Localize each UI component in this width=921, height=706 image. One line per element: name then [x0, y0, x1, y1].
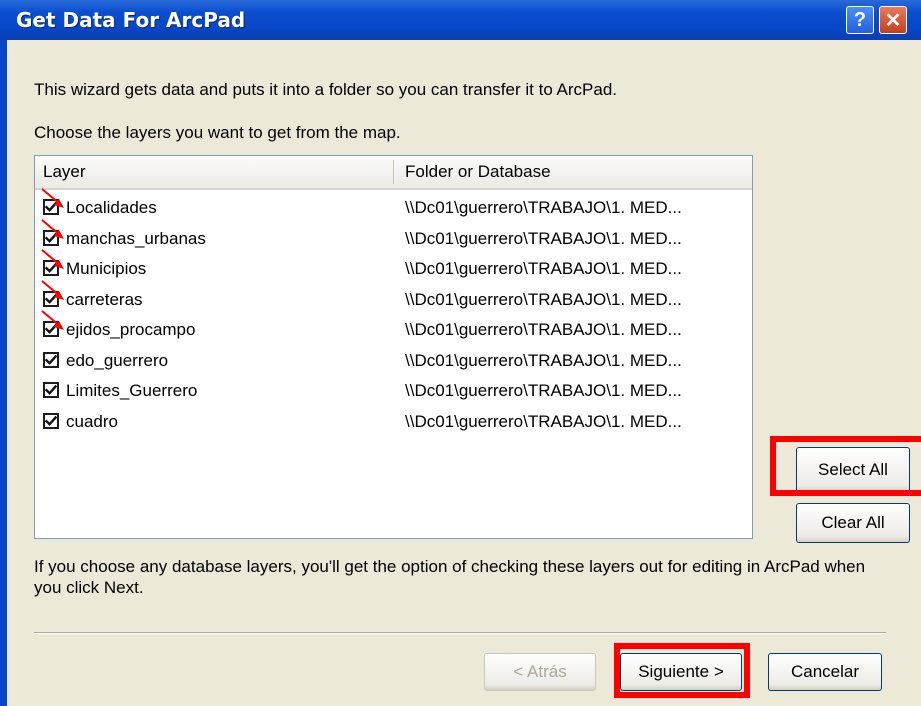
folder-path: \\Dc01\guerrero\TRABAJO\1. MED...	[405, 381, 682, 400]
column-divider[interactable]	[393, 160, 394, 184]
layer-name: Municipios	[66, 259, 147, 278]
layer-checkbox[interactable]	[43, 199, 59, 215]
intro-text: This wizard gets data and puts it into a…	[34, 80, 618, 99]
layer-name: Limites_Guerrero	[66, 381, 198, 400]
cancel-button[interactable]: Cancelar	[768, 653, 882, 691]
layer-name: ejidos_procampo	[66, 320, 196, 339]
clear-all-button[interactable]: Clear All	[796, 503, 910, 543]
list-header: Layer Folder or Database	[35, 156, 752, 190]
folder-path: \\Dc01\guerrero\TRABAJO\1. MED...	[405, 411, 682, 431]
table-row[interactable]: edo_guerrero \\Dc01\guerrero\TRABAJO\1. M…	[35, 347, 752, 377]
select-all-button[interactable]: Select All	[796, 447, 910, 493]
layer-name: carreteras	[66, 289, 143, 309]
layer-name: edo_guerrero	[66, 350, 169, 370]
folder-path: \\Dc01\guerrero\TRABAJO\1. MED...	[405, 289, 682, 309]
help-icon[interactable]: ?	[846, 6, 874, 34]
table-row[interactable]: ejidos_procampo \\Dc01\guerrero\TRABAJO\1…	[35, 310, 752, 346]
layer-list[interactable]: Layer Folder or Database Localidades \\Dc…	[34, 155, 753, 539]
table-row[interactable]: Limites_Guerrero \\Dc01\guerrero\TRABAJO\…	[35, 377, 752, 407]
folder-path: \\Dc01\guerrero\TRABAJO\1. MED...	[405, 350, 682, 370]
layer-name: cuadro	[66, 411, 118, 431]
choose-layers-label: Choose the layers you want to get from t…	[34, 123, 401, 142]
layer-checkbox[interactable]	[43, 290, 59, 307]
table-row[interactable]: carreteras \\Dc01\guerrero\TRABAJO\1. MED…	[35, 279, 752, 316]
back-button[interactable]: < Atrás	[484, 653, 596, 691]
layer-name: manchas_urbanas	[66, 228, 206, 248]
folder-path: \\Dc01\guerrero\TRABAJO\1. MED...	[405, 228, 682, 248]
column-header-folder[interactable]: Folder or Database	[405, 162, 551, 182]
column-header-layer[interactable]: Layer	[43, 162, 86, 182]
layer-checkbox[interactable]	[43, 412, 59, 429]
table-row[interactable]: manchas_urbanas \\Dc01\guerrero\TRABAJO\1…	[35, 218, 752, 255]
layer-checkbox[interactable]	[43, 260, 59, 276]
layer-name: Localidades	[66, 198, 157, 217]
title-bar: Get Data For ArcPad ? ✕	[0, 0, 921, 40]
layer-checkbox[interactable]	[43, 229, 59, 246]
layer-checkbox[interactable]	[43, 351, 59, 368]
table-row[interactable]: Localidades \\Dc01\guerrero\TRABAJO\1. ME…	[35, 188, 752, 224]
layer-checkbox[interactable]	[43, 321, 59, 337]
window-title: Get Data For ArcPad	[16, 8, 246, 32]
window-border	[0, 40, 7, 706]
database-note: If you choose any database layers, you'l…	[34, 557, 866, 597]
close-icon[interactable]: ✕	[879, 6, 907, 34]
next-button[interactable]: Siguiente >	[620, 653, 742, 691]
folder-path: \\Dc01\guerrero\TRABAJO\1. MED...	[405, 198, 682, 217]
folder-path: \\Dc01\guerrero\TRABAJO\1. MED...	[405, 320, 682, 339]
table-row[interactable]: cuadro \\Dc01\guerrero\TRABAJO\1. MED...	[35, 408, 752, 438]
table-row[interactable]: Municipios \\Dc01\guerrero\TRABAJO\1. MED…	[35, 249, 752, 285]
layer-checkbox[interactable]	[43, 382, 59, 398]
folder-path: \\Dc01\guerrero\TRABAJO\1. MED...	[405, 259, 682, 278]
divider-highlight	[34, 633, 886, 634]
